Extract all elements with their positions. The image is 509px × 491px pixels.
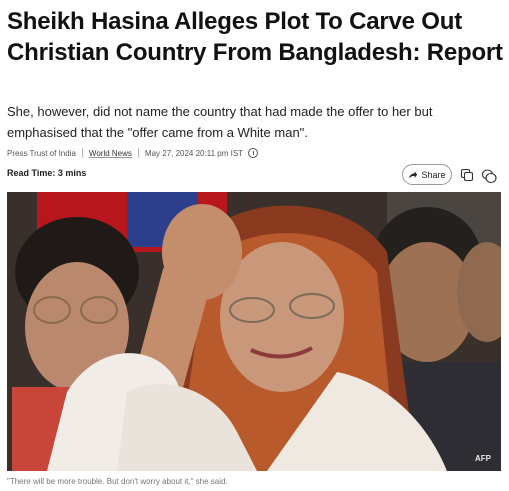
article-summary: She, however, did not name the country t… xyxy=(7,104,433,140)
meta-divider xyxy=(137,148,139,158)
photo-credit: AFP xyxy=(475,454,491,463)
article-photo: AFP xyxy=(7,192,501,471)
share-label: Share xyxy=(421,169,446,180)
meta-divider xyxy=(81,148,83,158)
publish-date: May 27, 2024 20:11 pm IST xyxy=(144,148,244,158)
share-arrow-icon xyxy=(409,170,418,178)
share-button[interactable]: Share xyxy=(402,164,452,185)
source-label: Press Trust of India xyxy=(7,148,76,158)
category-link[interactable]: World News xyxy=(89,149,132,158)
comment-icon[interactable] xyxy=(481,168,497,184)
photo-caption: "There will be more trouble. But don't w… xyxy=(7,477,228,486)
read-time: Read Time: 3 mins xyxy=(7,168,86,182)
headline: Sheikh Hasina Alleges Plot To Carve Out … xyxy=(7,8,503,66)
copy-icon[interactable] xyxy=(460,168,474,182)
info-icon[interactable] xyxy=(248,148,259,158)
read-time-label: Read Time: xyxy=(7,168,56,178)
article-meta: Press Trust of India World News May 27, … xyxy=(7,146,259,160)
read-time-value: 3 mins xyxy=(57,168,87,178)
photo-illustration xyxy=(7,192,501,471)
